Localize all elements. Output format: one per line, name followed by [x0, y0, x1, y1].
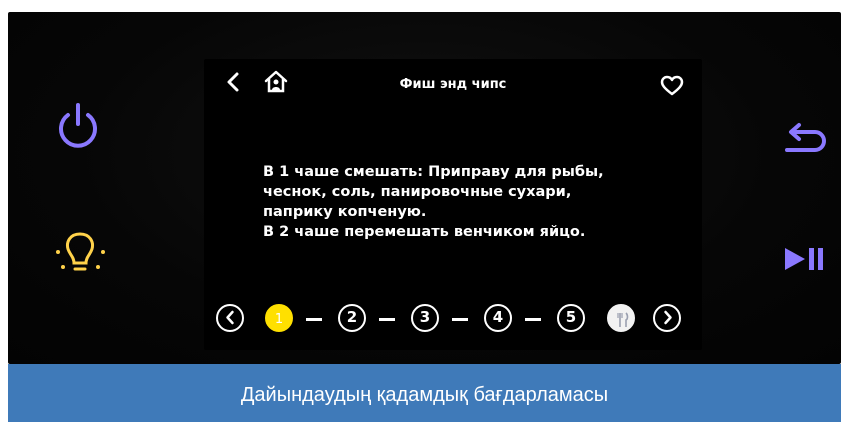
step-navigator: 1 2 3 4 5 — [204, 303, 702, 337]
previous-step-button[interactable] — [216, 304, 244, 332]
step-4-indicator[interactable]: 4 — [484, 304, 512, 332]
step-instructions: В 1 чаше смешать: Приправу для рыбы, чес… — [263, 162, 663, 242]
step-connector — [306, 318, 322, 321]
oven-control-panel: Фиш энд чипс В 1 чаше смешать: Приправу … — [8, 12, 841, 364]
instruction-line: В 2 чаше перемешать венчиком яйцо. — [263, 224, 586, 240]
step-5-indicator[interactable]: 5 — [557, 304, 585, 332]
light-bulb-icon — [56, 232, 105, 271]
step-connector — [379, 318, 395, 321]
chevron-right-icon — [663, 310, 672, 325]
favorite-heart-icon[interactable] — [660, 75, 684, 97]
step-3-indicator[interactable]: 3 — [411, 304, 439, 332]
recipe-display: Фиш энд чипс В 1 чаше смешать: Приправу … — [204, 59, 702, 350]
recipe-title: Фиш энд чипс — [399, 77, 507, 92]
undo-button[interactable] — [781, 122, 826, 157]
instruction-line: чеснок, соль, панировочные сухари, — [263, 184, 572, 200]
fork-knife-icon — [617, 312, 629, 327]
chevron-left-icon — [225, 310, 234, 325]
power-icon — [59, 103, 97, 148]
light-button[interactable] — [48, 222, 113, 282]
undo-icon — [785, 123, 826, 152]
caption-bar: Дайындаудың қадамдық бағдарламасы — [8, 364, 841, 422]
step-1-indicator[interactable]: 1 — [265, 304, 293, 332]
instruction-line: паприку копченую. — [263, 204, 427, 220]
play-pause-icon — [785, 248, 823, 270]
step-2-indicator[interactable]: 2 — [338, 304, 366, 332]
page: Фиш энд чипс В 1 чаше смешать: Приправу … — [0, 0, 849, 422]
play-pause-button[interactable] — [781, 242, 826, 277]
instruction-line: В 1 чаше смешать: Приправу для рыбы, — [263, 164, 604, 180]
step-connector — [452, 318, 468, 321]
step-connector — [525, 318, 541, 321]
screen-topbar: Фиш энд чипс — [204, 59, 702, 109]
next-step-button[interactable] — [653, 304, 681, 332]
serve-step-indicator[interactable] — [607, 304, 635, 332]
power-button[interactable] — [53, 97, 103, 152]
